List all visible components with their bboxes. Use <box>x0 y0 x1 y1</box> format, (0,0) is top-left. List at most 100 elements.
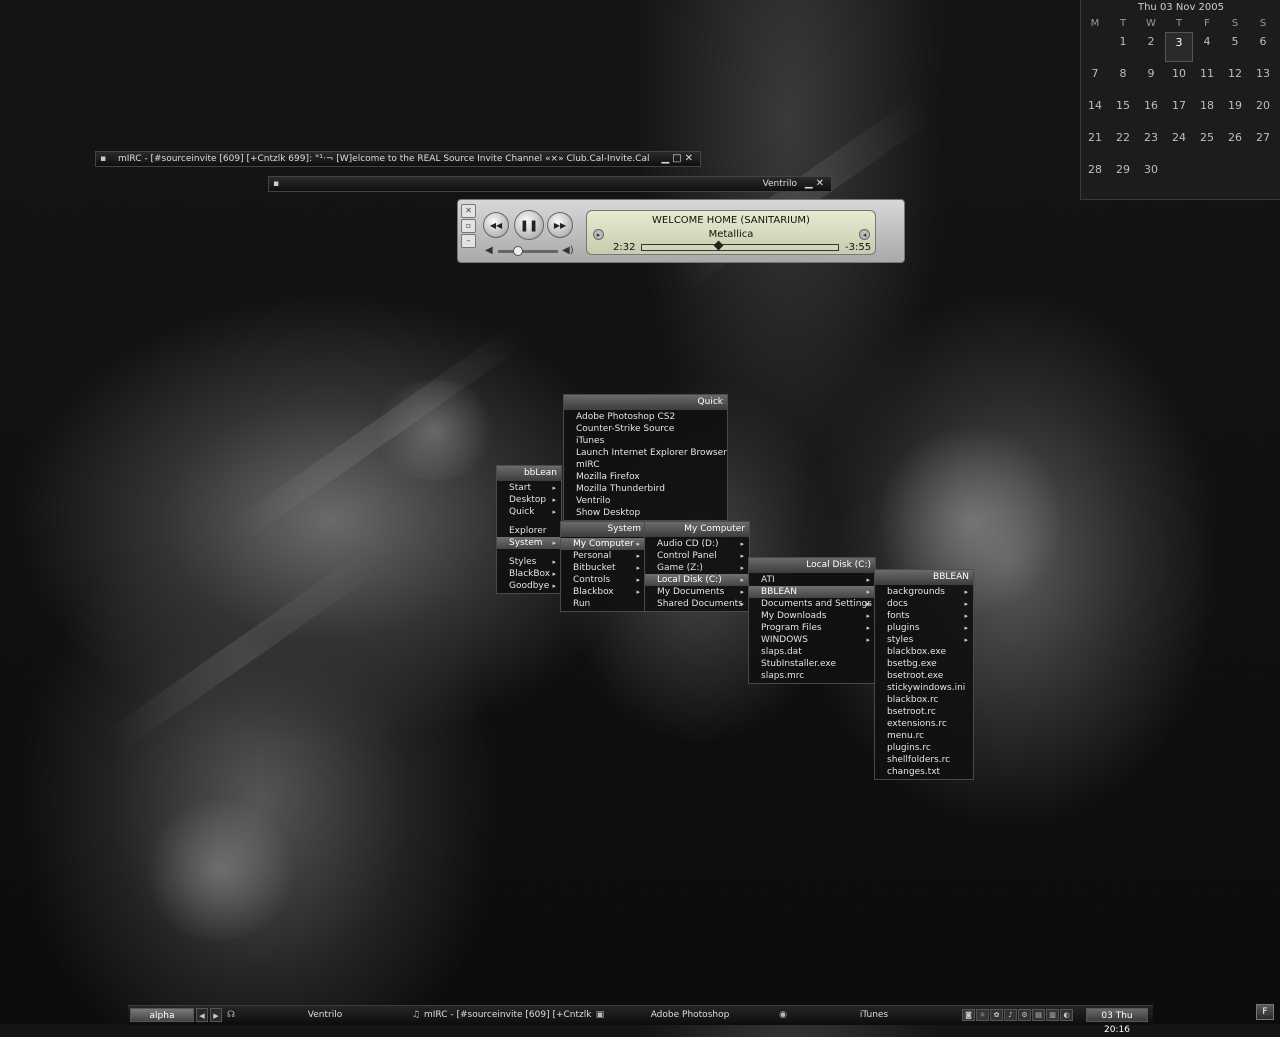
bblean-folder-menu-item[interactable]: menu.rc <box>875 730 973 742</box>
quick-menu-item[interactable]: Counter-Strike Source <box>564 423 727 435</box>
quick-menu-item[interactable]: Mozilla Thunderbird <box>564 483 727 495</box>
quick-menu-item[interactable]: Mozilla Firefox <box>564 471 727 483</box>
tray-icon-4[interactable]: ♪ <box>1004 1009 1017 1021</box>
bblean-folder-menu-item[interactable]: bsetroot.rc <box>875 706 973 718</box>
bblean-menu-title[interactable]: bbLean <box>497 466 561 481</box>
my-computer-menu-title[interactable]: My Computer <box>645 522 749 537</box>
task-mirc[interactable]: mIRC - [#sourceinvite [609] [+Cntzlk... <box>420 1008 592 1022</box>
calendar-day[interactable]: 1 <box>1109 32 1137 64</box>
tray-icon-8[interactable]: ◐ <box>1060 1009 1073 1021</box>
system-menu-item[interactable]: My Computer <box>561 538 645 550</box>
calendar-day[interactable]: 7 <box>1081 64 1109 96</box>
bblean-menu-item[interactable]: Styles <box>497 556 561 568</box>
my-computer-menu-item[interactable]: Game (Z:) <box>645 562 749 574</box>
system-menu-item[interactable]: Controls <box>561 574 645 586</box>
quick-menu-item[interactable]: Ventrilo <box>564 495 727 507</box>
calendar-day[interactable]: 24 <box>1165 128 1193 160</box>
system-menu-item[interactable]: Personal <box>561 550 645 562</box>
bblean-folder-menu-item[interactable]: backgrounds <box>875 586 973 598</box>
next-track-button[interactable]: ▶▶ <box>547 212 573 238</box>
calendar-day[interactable]: 2 <box>1137 32 1165 64</box>
bblean-folder-menu-item[interactable]: shellfolders.rc <box>875 754 973 766</box>
task-photoshop[interactable]: Adobe Photoshop <box>608 1008 768 1022</box>
calendar-day[interactable]: 11 <box>1193 64 1221 96</box>
calendar-day[interactable]: 15 <box>1109 96 1137 128</box>
task-itunes[interactable]: iTunes <box>792 1008 952 1022</box>
calendar-day[interactable]: 19 <box>1221 96 1249 128</box>
bblean-folder-menu-title[interactable]: BBLEAN <box>875 570 973 585</box>
workspace-prev-button[interactable]: ◀ <box>196 1008 208 1022</box>
my-computer-menu-item[interactable]: Control Panel <box>645 550 749 562</box>
close-button[interactable]: ✕ <box>685 153 696 164</box>
calendar-day[interactable]: 8 <box>1109 64 1137 96</box>
local-disk-menu-item[interactable]: ATI <box>749 574 875 586</box>
close-button[interactable]: ✕ <box>816 178 827 189</box>
bblean-menu-item[interactable]: Quick <box>497 506 561 518</box>
itunes-zoom-button[interactable]: ▫ <box>461 219 476 233</box>
my-computer-menu-item[interactable]: Shared Documents <box>645 598 749 610</box>
minimize-button[interactable]: ▁ <box>661 153 672 164</box>
local-disk-menu-item[interactable]: My Downloads <box>749 610 875 622</box>
bblean-menu-item[interactable]: Goodbye <box>497 580 561 592</box>
bblean-folder-menu-item[interactable]: stickywindows.ini <box>875 682 973 694</box>
bblean-folder-menu-item[interactable]: styles <box>875 634 973 646</box>
local-disk-menu-item[interactable]: Program Files <box>749 622 875 634</box>
bblean-folder-menu-item[interactable]: docs <box>875 598 973 610</box>
itunes-close-button[interactable]: ✕ <box>461 204 476 218</box>
my-computer-menu-item[interactable]: Local Disk (C:) <box>645 574 749 586</box>
calendar-day[interactable]: 14 <box>1081 96 1109 128</box>
local-disk-menu-item[interactable]: Documents and Settings <box>749 598 875 610</box>
bblean-menu-item[interactable]: System <box>497 537 561 549</box>
itunes-minimize-button[interactable]: – <box>461 234 476 248</box>
calendar-day[interactable]: 17 <box>1165 96 1193 128</box>
progress-track[interactable] <box>641 240 839 251</box>
local-disk-menu-item[interactable]: StubInstaller.exe <box>749 658 875 670</box>
previous-track-button[interactable]: ◀◀ <box>483 212 509 238</box>
calendar-day[interactable]: 28 <box>1081 160 1109 192</box>
calendar-day[interactable]: 5 <box>1221 32 1249 64</box>
my-computer-menu-item[interactable]: Audio CD (D:) <box>645 538 749 550</box>
calendar-day[interactable]: 20 <box>1249 96 1277 128</box>
my-computer-menu-item[interactable]: My Documents <box>645 586 749 598</box>
system-menu-item[interactable]: Blackbox <box>561 586 645 598</box>
bblean-menu-item[interactable]: Explorer <box>497 525 561 537</box>
local-disk-menu-title[interactable]: Local Disk (C:) <box>749 558 875 573</box>
calendar-day[interactable]: 16 <box>1137 96 1165 128</box>
tray-icon-7[interactable]: ▥ <box>1046 1009 1059 1021</box>
calendar-day[interactable]: 25 <box>1193 128 1221 160</box>
quick-menu-item[interactable]: Adobe Photoshop CS2 <box>564 411 727 423</box>
calendar-day[interactable]: 9 <box>1137 64 1165 96</box>
bblean-folder-menu-item[interactable]: fonts <box>875 610 973 622</box>
ventrilo-window-icon[interactable]: ▪ <box>273 177 279 191</box>
local-disk-menu-item[interactable]: slaps.mrc <box>749 670 875 682</box>
local-disk-menu-item[interactable]: slaps.dat <box>749 646 875 658</box>
tray-icon-5[interactable]: ⚙ <box>1018 1009 1031 1021</box>
clock[interactable]: 03 Thu 20:16 <box>1086 1008 1148 1035</box>
local-disk-menu-item[interactable]: WINDOWS <box>749 634 875 646</box>
calendar-day[interactable]: 18 <box>1193 96 1221 128</box>
tray-icon-2[interactable]: ☼ <box>976 1009 989 1021</box>
display-mode-button[interactable]: ◂ <box>859 229 870 240</box>
calendar-day[interactable]: 30 <box>1137 160 1165 192</box>
calendar-day[interactable]: 29 <box>1109 160 1137 192</box>
task-ventrilo[interactable]: Ventrilo <box>238 1008 408 1022</box>
calendar-day[interactable]: 21 <box>1081 128 1109 160</box>
pause-button[interactable]: ❚❚ <box>514 210 544 240</box>
bblean-folder-menu-item[interactable]: plugins.rc <box>875 742 973 754</box>
tray-icon-6[interactable]: ▤ <box>1032 1009 1045 1021</box>
progress-knob[interactable] <box>713 240 724 251</box>
system-menu-title[interactable]: System <box>561 522 645 537</box>
mirc-window-icon[interactable]: ▪ <box>100 152 106 166</box>
mirc-window-titlebar[interactable]: ▪ mIRC - [#sourceinvite [609] [+Cntzlk 6… <box>95 151 701 167</box>
bblean-menu-item[interactable]: BlackBox <box>497 568 561 580</box>
bblean-folder-menu-item[interactable]: plugins <box>875 622 973 634</box>
workspace-label[interactable]: alpha <box>130 1008 194 1022</box>
ventrilo-task-icon[interactable]: ☊ <box>225 1008 237 1022</box>
ventrilo-window-titlebar[interactable]: ▪ Ventrilo ▁✕ <box>268 176 832 192</box>
maximize-button[interactable]: □ <box>672 153 684 164</box>
system-menu-item[interactable]: Run <box>561 598 645 610</box>
bblean-folder-menu-item[interactable]: extensions.rc <box>875 718 973 730</box>
calendar-day[interactable]: 23 <box>1137 128 1165 160</box>
calendar-day[interactable]: 6 <box>1249 32 1277 64</box>
calendar-day[interactable]: 10 <box>1165 64 1193 96</box>
